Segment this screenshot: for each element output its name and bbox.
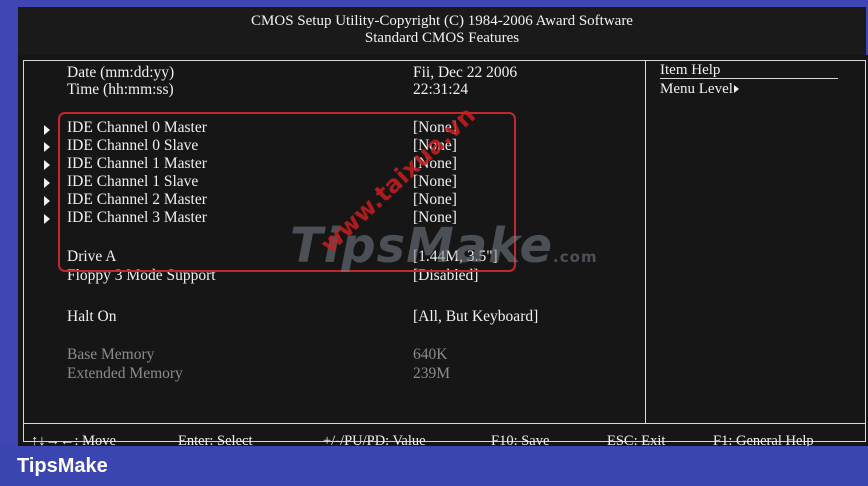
setting-value-extended-memory: 239M <box>413 365 451 382</box>
key-hint-exit: ESC: Exit <box>607 433 666 446</box>
title-bar: CMOS Setup Utility-Copyright (C) 1984-20… <box>18 7 866 55</box>
setting-label-halt-on[interactable]: Halt On <box>67 308 117 326</box>
key-hint-select: Enter: Select <box>178 433 253 446</box>
setting-label-date[interactable]: Date (mm:dd:yy) <box>67 64 174 82</box>
key-hint-save: F10: Save <box>491 433 550 446</box>
menu-level-label: Menu Level <box>660 81 733 97</box>
window-title: CMOS Setup Utility-Copyright (C) 1984-20… <box>251 13 633 29</box>
setting-value-date[interactable]: Fii, Dec 22 2006 <box>413 64 517 82</box>
setting-value-halt-on[interactable]: [All, But Keyboard] <box>413 308 538 326</box>
key-hint-value: +/-/PU/PD: Value <box>323 433 426 446</box>
footer-brand: TipsMake <box>17 455 108 477</box>
setting-value-time[interactable]: 22:31:24 <box>413 81 468 99</box>
submenu-arrow-icon <box>44 178 50 188</box>
page-title: Standard CMOS Features <box>364 30 520 46</box>
key-help-bar: ↑↓→←: Move Enter: Select +/-/PU/PD: Valu… <box>23 432 866 446</box>
watermark-logo-suffix: .com <box>553 248 598 266</box>
submenu-arrow-icon <box>44 196 50 206</box>
setting-label-base-memory: Base Memory <box>67 346 155 363</box>
key-hint-move: ↑↓→←: Move <box>31 433 116 446</box>
bios-screen: CMOS Setup Utility-Copyright (C) 1984-20… <box>0 0 868 446</box>
item-help-title: Item Help <box>660 62 721 78</box>
submenu-arrow-icon <box>44 214 50 224</box>
setting-value-base-memory: 640K <box>413 346 448 363</box>
menu-level-arrow-icon <box>733 85 739 93</box>
setting-label-extended-memory: Extended Memory <box>67 365 183 382</box>
help-divider <box>645 60 646 423</box>
setting-label-time[interactable]: Time (hh:mm:ss) <box>67 81 174 99</box>
submenu-arrow-icon <box>44 160 50 170</box>
keybar-divider <box>23 423 866 424</box>
submenu-arrow-icon <box>44 142 50 152</box>
footer-banner: TipsMake <box>0 446 868 486</box>
key-hint-general-help: F1: General Help <box>713 433 814 446</box>
submenu-arrow-icon <box>44 125 50 135</box>
menu-level-indicator: Menu Level <box>660 80 739 98</box>
item-help-underline <box>660 78 838 79</box>
